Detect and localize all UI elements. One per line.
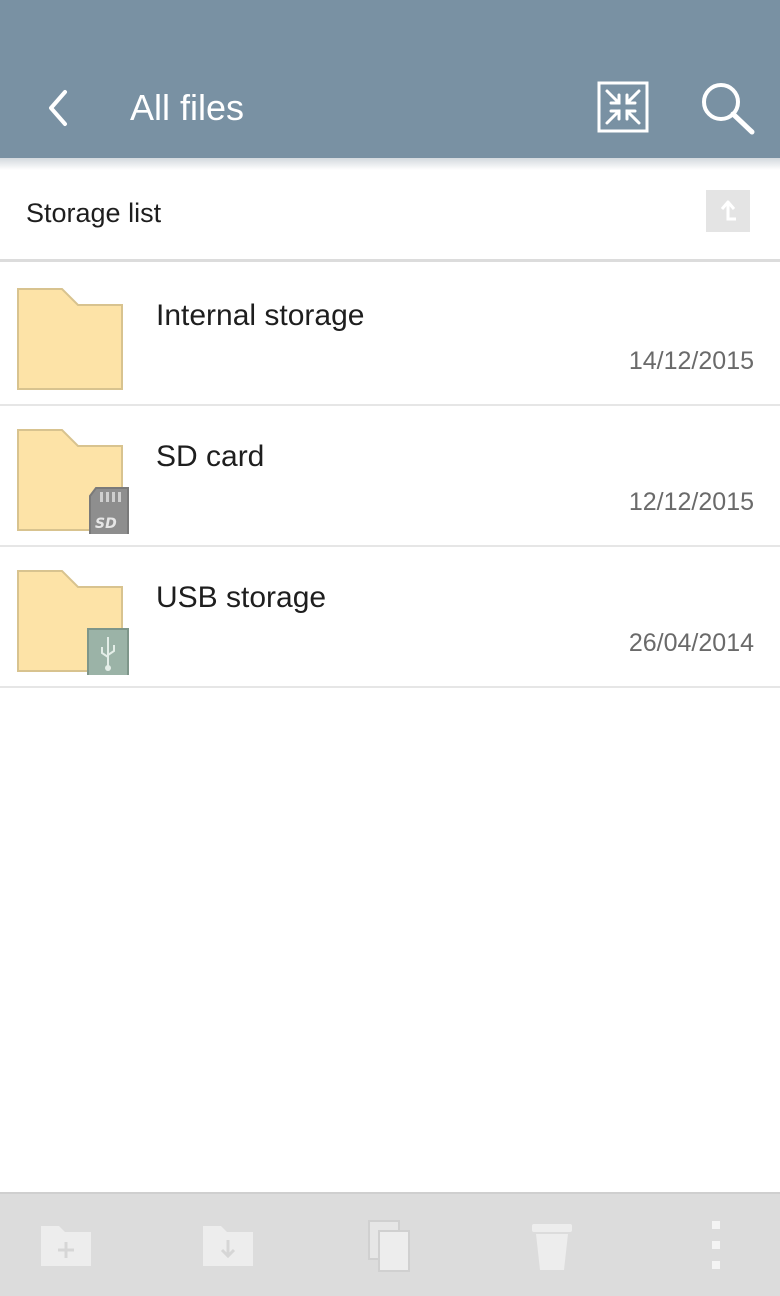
folder-sd-card-icon: SD [17,429,129,534]
back-arrow-icon [49,90,67,126]
item-name: Internal storage [156,299,365,332]
storage-list-label: Storage list [26,198,162,228]
bottom-action-bar [0,1192,780,1296]
storage-list: Internal storage 14/12/2015 SD SD card 1… [0,265,780,688]
copy-button[interactable] [360,1216,420,1276]
folder-usb-icon [17,570,129,675]
app-bar: All files [0,0,780,158]
search-icon [702,83,755,135]
app-bar-shadow [0,158,780,170]
page-title: All files [130,87,245,128]
list-item-sd-card[interactable]: SD SD card 12/12/2015 [0,406,780,547]
copy-icon [368,1220,410,1272]
more-options-button[interactable] [686,1216,746,1276]
move-button[interactable] [198,1216,258,1276]
delete-button[interactable] [522,1216,582,1276]
collapse-button[interactable] [596,80,650,134]
item-date: 14/12/2015 [628,347,754,375]
back-button[interactable] [30,78,86,138]
collapse-icon [597,81,649,133]
up-level-icon [720,200,736,221]
move-icon [203,1226,253,1266]
search-button[interactable] [696,78,758,138]
item-date: 12/12/2015 [628,488,754,516]
new-folder-icon [41,1226,91,1266]
more-options-icon [712,1221,720,1269]
svg-text:SD: SD [95,516,117,532]
item-name: USB storage [156,581,327,614]
item-name: SD card [156,440,265,473]
up-level-button[interactable] [706,190,750,232]
folder-icon [17,288,123,390]
storage-bar: Storage list [0,170,780,262]
new-folder-button[interactable] [36,1216,96,1276]
delete-icon [532,1224,572,1270]
list-item-internal-storage[interactable]: Internal storage 14/12/2015 [0,265,780,406]
item-date: 26/04/2014 [628,629,754,657]
list-item-usb-storage[interactable]: USB storage 26/04/2014 [0,547,780,688]
